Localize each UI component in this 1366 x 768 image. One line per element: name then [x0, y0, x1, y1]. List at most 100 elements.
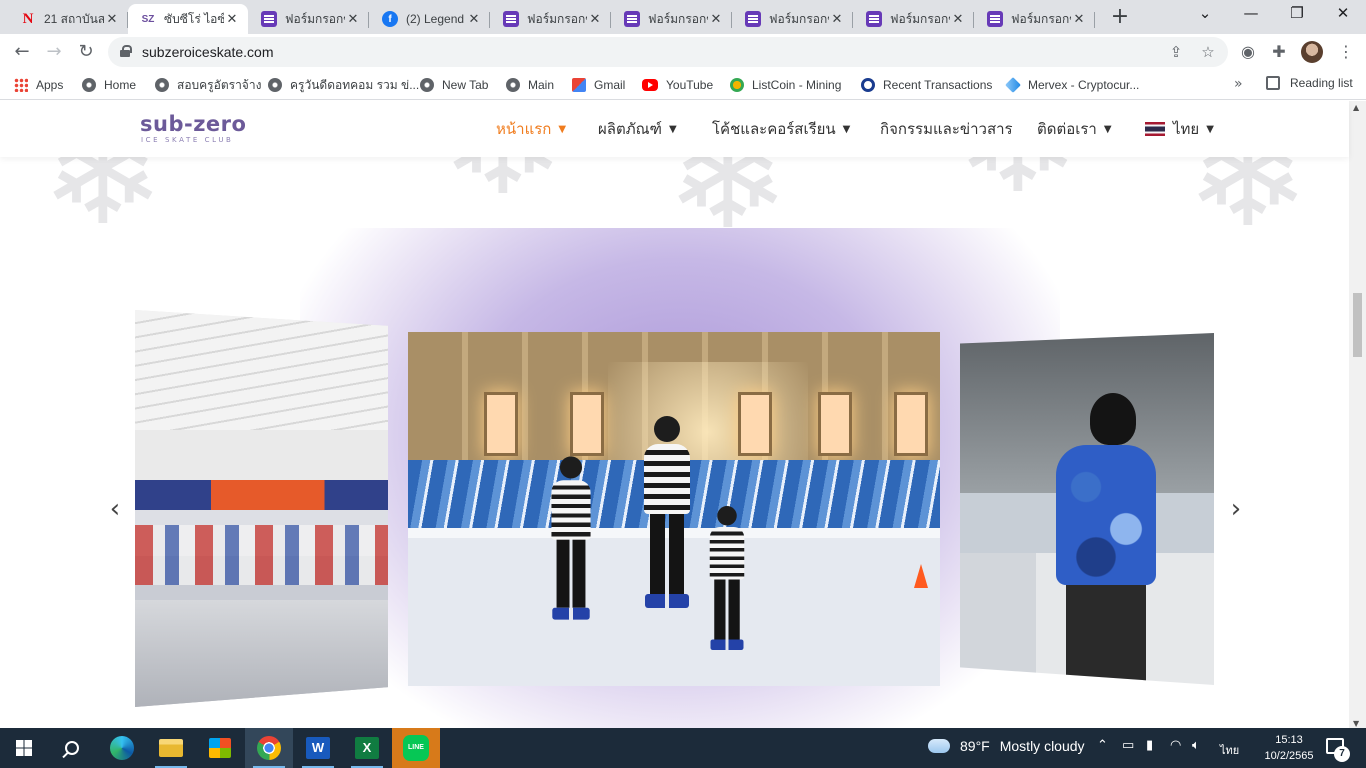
- scrollbar-thumb[interactable]: [1353, 293, 1362, 357]
- tab-title: ฟอร์มกรอกข้อมูล: [1011, 11, 1071, 26]
- tab-2[interactable]: ฟอร์มกรอกข้อมูล ✕: [249, 4, 369, 34]
- tab-title: ฟอร์มกรอกข้อมูล: [285, 11, 345, 26]
- nav-home[interactable]: หน้าแรก ▼: [496, 118, 566, 140]
- tab-5[interactable]: ฟอร์มกรอกข้อมูล ✕: [612, 4, 732, 34]
- scroll-up-arrow-icon[interactable]: ▲: [1353, 103, 1359, 112]
- taskbar-chrome[interactable]: [245, 728, 293, 768]
- taskbar-excel[interactable]: X: [343, 728, 391, 768]
- taskbar-file-explorer[interactable]: [147, 728, 195, 768]
- bookmark-mervex[interactable]: Mervex - Cryptocur...: [1005, 76, 1139, 94]
- clock-date: 10/2/2565: [1264, 750, 1314, 762]
- tab-separator: [731, 12, 732, 28]
- system-clock[interactable]: 15:13 10/2/2565: [1258, 732, 1320, 764]
- google-forms-icon: [503, 11, 519, 27]
- close-icon[interactable]: ✕: [829, 11, 845, 27]
- extensions-puzzle-icon[interactable]: ✚: [1269, 42, 1289, 62]
- taskbar-edge[interactable]: [98, 728, 146, 768]
- tab-separator: [489, 12, 490, 28]
- close-icon[interactable]: ✕: [1071, 11, 1087, 27]
- search-icon: [65, 741, 79, 755]
- tab-3[interactable]: f (2) Legend ✕: [370, 4, 490, 34]
- profile-avatar[interactable]: [1301, 41, 1323, 63]
- new-tab-button[interactable]: +: [1108, 6, 1132, 30]
- input-language[interactable]: ไทย: [1220, 741, 1239, 759]
- address-bar[interactable]: subzeroiceskate.com ⇪ ☆: [108, 37, 1228, 67]
- subzero-logo[interactable]: sub-zero ICE SKATE CLUB: [140, 113, 270, 149]
- close-icon[interactable]: ✕: [104, 11, 120, 27]
- scroll-down-arrow-icon[interactable]: ▼: [1353, 719, 1359, 728]
- search-button[interactable]: [48, 728, 96, 768]
- bookmark-label: ครูวันดีดอทคอม รวม ข่...: [290, 77, 420, 92]
- meet-now-icon[interactable]: ▭: [1122, 738, 1134, 753]
- taskbar-word[interactable]: W: [294, 728, 342, 768]
- globe-icon: [506, 78, 520, 92]
- lock-icon[interactable]: [120, 45, 132, 57]
- bookmark-youtube[interactable]: YouTube: [642, 76, 713, 94]
- chrome-icon: [257, 736, 281, 760]
- tab-7[interactable]: ฟอร์มกรอกข้อมูล ✕: [854, 4, 974, 34]
- close-icon[interactable]: ✕: [950, 11, 966, 27]
- nav-products[interactable]: ผลิตภัณฑ์ ▼: [598, 118, 677, 140]
- tab-1[interactable]: SZ ซับซีโร่ ไอซ์สเก็ต ✕: [128, 4, 248, 34]
- bookmark-recent-transactions[interactable]: Recent Transactions: [861, 76, 992, 94]
- carousel-slide-rink-interior[interactable]: [135, 310, 388, 707]
- bookmark-new-tab[interactable]: New Tab: [420, 76, 488, 94]
- share-icon[interactable]: ⇪: [1166, 43, 1186, 61]
- reload-icon[interactable]: ↻: [74, 40, 98, 64]
- more-bookmarks-chevron-icon[interactable]: »: [1234, 76, 1243, 92]
- carousel-slide-skater-camo[interactable]: [960, 333, 1214, 685]
- store-icon: [209, 738, 231, 758]
- chevron-down-icon: ▼: [558, 123, 567, 135]
- tray-chevron-up-icon[interactable]: ⌃: [1097, 738, 1108, 753]
- bookmark-kruwandee[interactable]: ครูวันดีดอทคอม รวม ข่...: [268, 76, 419, 94]
- bookmark-teacher-exam[interactable]: สอบครูอัตราจ้าง: [155, 76, 261, 94]
- start-button[interactable]: [0, 728, 48, 768]
- menu-kebab-icon[interactable]: ⋮: [1336, 42, 1356, 62]
- nav-activities-news[interactable]: กิจกรรมและข่าวสาร: [880, 118, 1013, 140]
- bookmark-listcoin[interactable]: ListCoin - Mining: [730, 76, 841, 94]
- netflix-icon: N: [22, 10, 34, 27]
- taskbar-store[interactable]: [196, 728, 244, 768]
- tab-8[interactable]: ฟอร์มกรอกข้อมูล ✕: [975, 4, 1095, 34]
- chevron-left-icon[interactable]: ‹: [105, 496, 125, 522]
- google-forms-icon: [866, 11, 882, 27]
- tab-0[interactable]: N 21 สถาบันสอนสเ ✕: [8, 4, 128, 34]
- forward-icon[interactable]: →: [42, 40, 66, 64]
- wifi-icon[interactable]: ◠: [1170, 738, 1181, 753]
- close-window-icon[interactable]: ✕: [1320, 4, 1366, 26]
- close-icon[interactable]: ✕: [587, 11, 603, 27]
- chevron-down-icon: ▼: [842, 123, 851, 135]
- extension-pinterest-icon[interactable]: ◉: [1238, 42, 1258, 62]
- nav-contact[interactable]: ติดต่อเรา ▼: [1037, 118, 1112, 140]
- bookmark-gmail[interactable]: Gmail: [572, 76, 625, 94]
- taskbar-line[interactable]: LINE: [392, 728, 440, 768]
- bookmark-main[interactable]: Main: [506, 76, 554, 94]
- bookmark-home[interactable]: Home: [82, 76, 136, 94]
- chevron-right-icon[interactable]: ›: [1226, 496, 1246, 522]
- close-icon[interactable]: ✕: [708, 11, 724, 27]
- bookmark-label: Home: [104, 78, 137, 92]
- tab-6[interactable]: ฟอร์มกรอกข้อมูล ✕: [733, 4, 853, 34]
- restore-icon[interactable]: ❐: [1274, 4, 1320, 26]
- bookmark-star-icon[interactable]: ☆: [1198, 43, 1218, 61]
- line-icon: LINE: [403, 735, 429, 761]
- reading-list-button[interactable]: Reading list: [1266, 76, 1353, 90]
- google-forms-icon: [261, 11, 277, 27]
- tab-4[interactable]: ฟอร์มกรอกข้อมูล ✕: [491, 4, 611, 34]
- tab-search-chevron-icon[interactable]: ⌄: [1182, 4, 1228, 26]
- close-icon[interactable]: ✕: [466, 11, 482, 27]
- weather-widget[interactable]: 89°F Mostly cloudy: [928, 733, 1085, 754]
- minimize-icon[interactable]: —: [1228, 4, 1274, 26]
- bookmark-apps[interactable]: Apps: [14, 76, 63, 94]
- carousel-slide-kids-skating[interactable]: [408, 332, 940, 686]
- close-icon[interactable]: ✕: [224, 11, 240, 27]
- volume-icon[interactable]: 🔈︎: [1192, 738, 1200, 753]
- battery-icon[interactable]: ▮: [1146, 738, 1153, 753]
- back-icon[interactable]: ←: [10, 40, 34, 64]
- bookmark-label: Recent Transactions: [883, 78, 993, 92]
- nav-coaches-courses[interactable]: โค้ชและคอร์สเรียน ▼: [712, 118, 850, 140]
- close-icon[interactable]: ✕: [345, 11, 361, 27]
- page-scrollbar[interactable]: ▲ ▼: [1349, 101, 1366, 728]
- url-text[interactable]: subzeroiceskate.com: [142, 44, 274, 60]
- nav-language[interactable]: ไทย ▼: [1145, 118, 1214, 140]
